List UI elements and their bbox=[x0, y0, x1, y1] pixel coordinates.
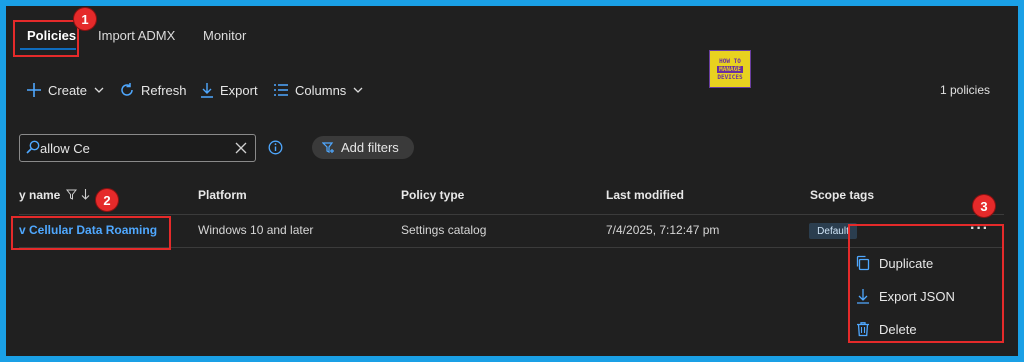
add-filters-label: Add filters bbox=[341, 140, 399, 155]
export-json-label: Export JSON bbox=[879, 288, 955, 304]
tab-monitor[interactable]: Monitor bbox=[203, 28, 246, 43]
intune-policies-pane: Policies Import ADMX Monitor 1 Create Re… bbox=[6, 6, 1018, 356]
add-filter-icon bbox=[322, 142, 334, 153]
callout-badge-3: 3 bbox=[973, 195, 995, 217]
delete-label: Delete bbox=[879, 321, 917, 337]
trash-icon bbox=[857, 322, 869, 337]
header-divider bbox=[19, 214, 1004, 215]
add-filters-button[interactable]: Add filters bbox=[312, 136, 414, 159]
export-label: Export bbox=[220, 82, 258, 98]
policy-type-cell: Settings catalog bbox=[401, 223, 487, 237]
copy-icon bbox=[856, 255, 870, 271]
download-icon bbox=[857, 289, 869, 304]
download-icon bbox=[201, 83, 213, 98]
create-label: Create bbox=[48, 82, 88, 98]
refresh-button[interactable]: Refresh bbox=[119, 80, 187, 100]
columns-icon bbox=[274, 84, 288, 96]
how-to-manage-devices-logo: HOW TO MANAGE DEVICES bbox=[709, 50, 751, 88]
search-icon bbox=[26, 140, 40, 154]
sort-descending-icon[interactable] bbox=[81, 188, 90, 200]
refresh-icon bbox=[121, 83, 133, 96]
platform-cell: Windows 10 and later bbox=[198, 223, 314, 237]
create-button[interactable]: Create bbox=[26, 80, 105, 100]
policy-count: 1 policies bbox=[939, 83, 990, 97]
export-button[interactable]: Export bbox=[200, 80, 258, 100]
callout-badge-1: 1 bbox=[74, 8, 96, 30]
callout-box-policy-name bbox=[11, 216, 171, 250]
search-value[interactable]: allow Ce bbox=[40, 141, 90, 156]
tab-import-admx[interactable]: Import ADMX bbox=[98, 28, 175, 43]
column-header-policy-type[interactable]: Policy type bbox=[401, 188, 464, 202]
columns-button[interactable]: Columns bbox=[273, 80, 364, 100]
chevron-down-icon bbox=[94, 87, 104, 93]
callout-badge-2: 2 bbox=[96, 189, 118, 211]
info-icon[interactable] bbox=[268, 140, 283, 155]
chevron-down-icon bbox=[353, 87, 363, 93]
refresh-label: Refresh bbox=[141, 82, 187, 98]
plus-icon bbox=[27, 83, 41, 97]
column-header-platform[interactable]: Platform bbox=[198, 188, 247, 202]
callout-box-policies-tab bbox=[13, 20, 79, 57]
filter-icon[interactable] bbox=[66, 189, 77, 200]
duplicate-menu-item[interactable]: Duplicate bbox=[855, 253, 933, 273]
columns-label: Columns bbox=[295, 82, 347, 98]
column-header-scope-tags[interactable]: Scope tags bbox=[810, 188, 874, 202]
export-json-menu-item[interactable]: Export JSON bbox=[855, 286, 955, 306]
duplicate-label: Duplicate bbox=[879, 255, 934, 271]
delete-menu-item[interactable]: Delete bbox=[855, 319, 917, 339]
clear-search-icon[interactable] bbox=[235, 142, 247, 154]
column-header-last-modified[interactable]: Last modified bbox=[606, 188, 684, 202]
column-header-name[interactable]: y name bbox=[19, 188, 60, 202]
last-modified-cell: 7/4/2025, 7:12:47 pm bbox=[606, 223, 720, 237]
